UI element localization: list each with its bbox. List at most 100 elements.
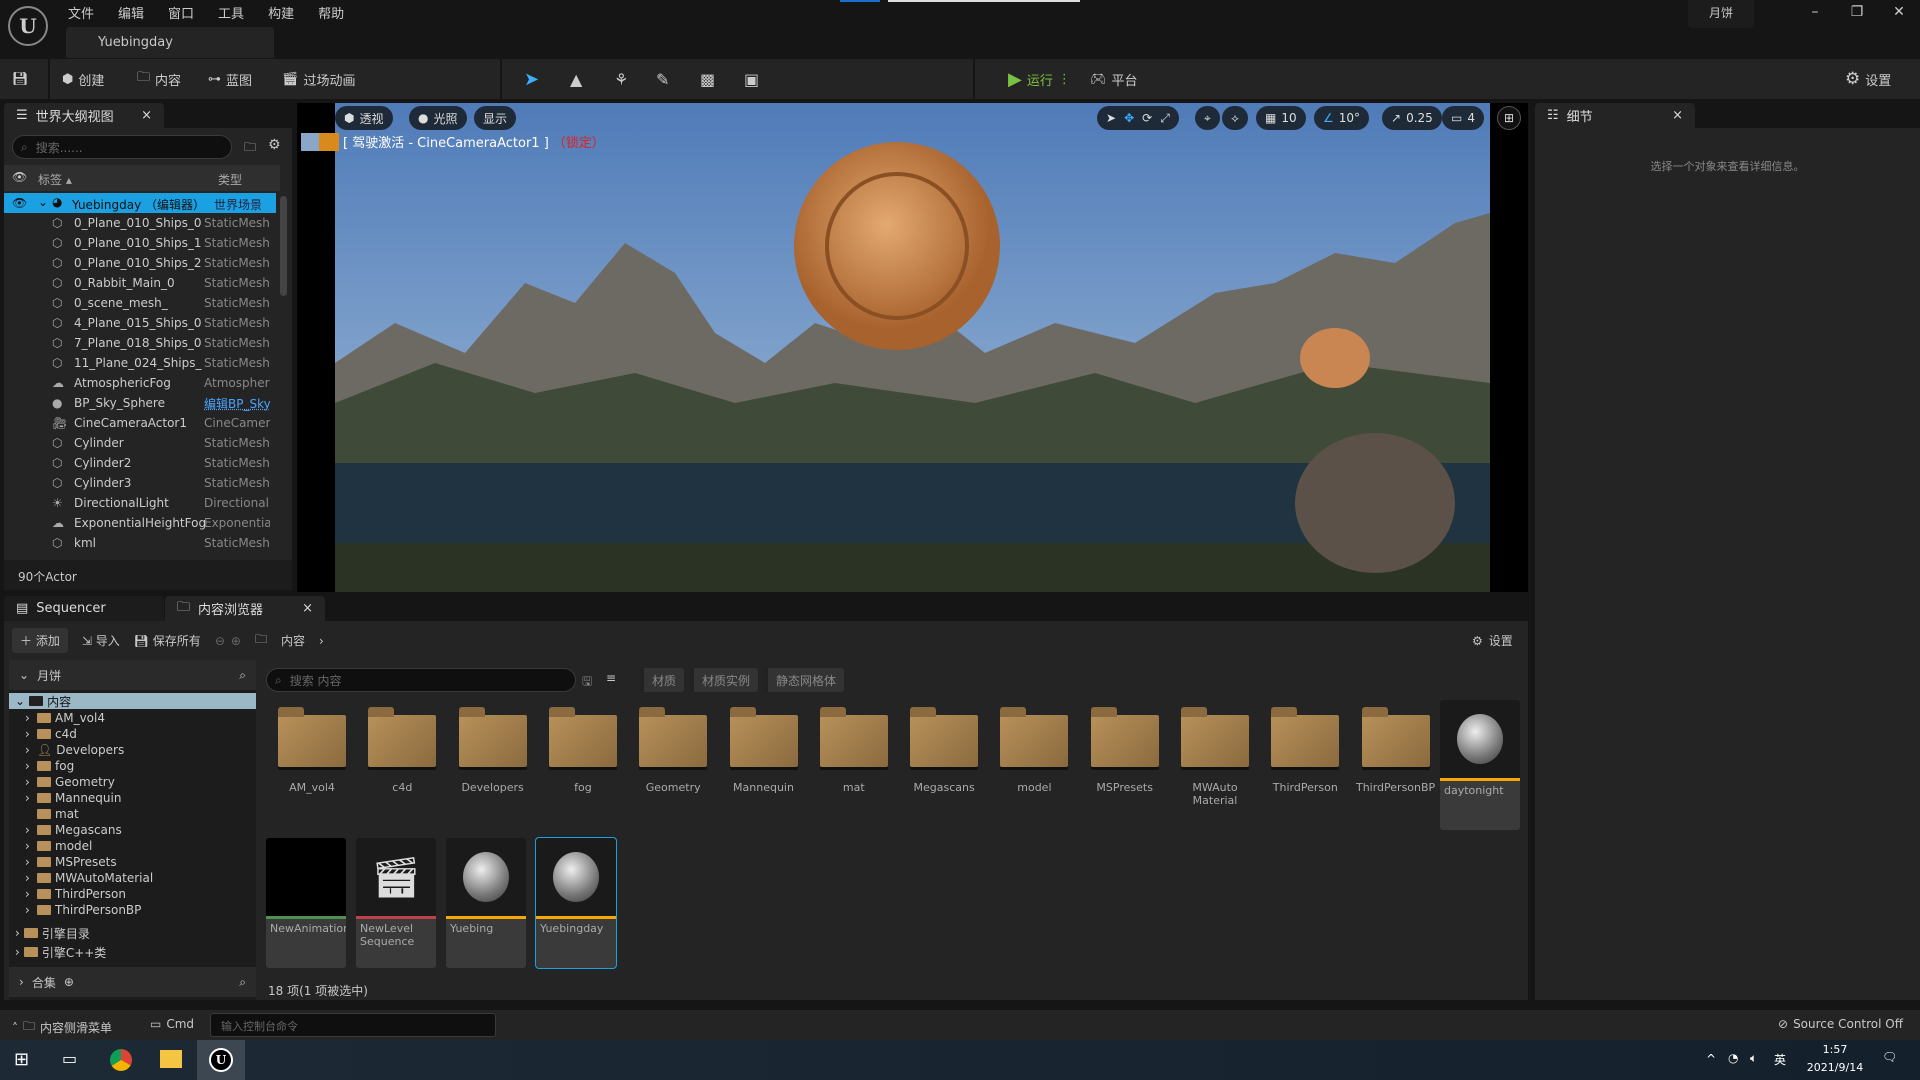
asset-tile[interactable]: Yuebingday bbox=[535, 837, 617, 969]
outliner-row[interactable]: ⬡ 0_Plane_010_Ships_0 StaticMesh bbox=[4, 213, 270, 233]
tree-item[interactable]: › MSPresets bbox=[25, 854, 117, 870]
paint-mode-icon[interactable]: ✎ bbox=[656, 59, 669, 99]
chevron-down-icon[interactable]: ⌄ bbox=[38, 195, 48, 209]
folder-icon[interactable] bbox=[1181, 707, 1249, 767]
menu-help[interactable]: 帮助 bbox=[318, 3, 344, 22]
outliner-scrollbar[interactable] bbox=[280, 196, 287, 296]
search-icon[interactable]: ⌕ bbox=[239, 668, 246, 683]
camera-icon[interactable] bbox=[319, 132, 339, 151]
unreal-logo-icon[interactable]: U bbox=[8, 6, 48, 46]
task-view-icon[interactable]: ▭ bbox=[62, 1049, 77, 1068]
outliner-row[interactable]: 🎥︎ CineCameraActor1 CineCamera bbox=[4, 413, 270, 433]
settings-button[interactable]: ⚙ 设置 bbox=[1845, 59, 1891, 99]
menu-file[interactable]: 文件 bbox=[68, 3, 94, 22]
volume-icon[interactable]: 🔈︎ bbox=[1750, 1051, 1757, 1066]
outliner-row[interactable]: ⬡ 0_scene_mesh_ StaticMesh bbox=[4, 293, 270, 313]
outliner-row[interactable]: ⬡ 0_Rabbit_Main_0 StaticMesh bbox=[4, 273, 270, 293]
folder-label[interactable]: Megascans bbox=[899, 781, 989, 794]
import-button[interactable]: ⇲ 导入 bbox=[82, 632, 120, 649]
menu-build[interactable]: 构建 bbox=[268, 3, 294, 22]
folder-label[interactable]: ThirdPerson bbox=[1260, 781, 1350, 794]
folder-icon[interactable] bbox=[910, 707, 979, 767]
folder-icon[interactable] bbox=[1000, 707, 1069, 767]
add-button[interactable]: ＋ 添加 bbox=[12, 628, 68, 653]
folder-label[interactable]: MWAuto Material bbox=[1170, 781, 1260, 807]
unreal-taskbar-button[interactable]: U bbox=[197, 1040, 245, 1080]
outliner-search-input[interactable]: ⌕ 搜索...... bbox=[12, 135, 232, 159]
tab-sequencer[interactable]: ▤ Sequencer bbox=[4, 596, 164, 621]
folder-icon[interactable] bbox=[1361, 707, 1430, 767]
folder-label[interactable]: model bbox=[989, 781, 1079, 794]
save-button[interactable]: 💾︎ bbox=[12, 59, 29, 99]
close-icon[interactable]: × bbox=[141, 108, 152, 123]
geometry-mode-icon[interactable]: ▣ bbox=[744, 59, 759, 99]
breadcrumb-content[interactable]: 内容 bbox=[281, 632, 305, 649]
notification-icon[interactable]: 🗨︎ bbox=[1882, 1050, 1897, 1064]
tree-item[interactable]: mat bbox=[25, 806, 79, 822]
tree-item[interactable]: › c4d bbox=[25, 726, 77, 742]
rotate-icon[interactable]: ⟳ bbox=[1142, 111, 1152, 125]
tree-item[interactable]: › model bbox=[25, 838, 92, 854]
folder-icon[interactable] bbox=[729, 707, 798, 767]
clock-time[interactable]: 1:57 bbox=[1800, 1043, 1870, 1056]
tree-item[interactable]: › ThirdPersonBP bbox=[25, 902, 141, 918]
folder-icon[interactable] bbox=[278, 707, 346, 767]
save-search-icon[interactable]: 🖫 bbox=[582, 672, 592, 693]
show-button[interactable]: 显示 bbox=[474, 106, 517, 130]
content-search-input[interactable]: ⌕ 搜索 内容 bbox=[266, 668, 576, 692]
column-label[interactable]: 标签 ▴ bbox=[38, 171, 72, 188]
outliner-row[interactable]: ⬡ Cylinder3 StaticMesh bbox=[4, 473, 270, 493]
folder-label[interactable]: ThirdPersonBP bbox=[1351, 781, 1441, 794]
viewport-scene[interactable]: ☰ bbox=[335, 103, 1490, 592]
select-mode-icon[interactable]: ➤ bbox=[524, 59, 539, 99]
folder-label[interactable]: Developers bbox=[448, 781, 538, 794]
tree-item[interactable]: › Mannequin bbox=[25, 790, 121, 806]
save-all-button[interactable]: 💾︎ 保存所有 bbox=[134, 632, 201, 649]
collections-header[interactable]: › 合集 ⊕ ⌕ bbox=[9, 967, 256, 997]
search-icon[interactable]: ⌕ bbox=[239, 975, 246, 990]
close-icon[interactable]: × bbox=[1672, 108, 1683, 123]
asset-tile[interactable]: Yuebing bbox=[446, 838, 526, 968]
tree-item[interactable]: › MWAutoMaterial bbox=[25, 870, 153, 886]
outliner-row[interactable]: ● BP_Sky_Sphere 编辑BP_Sky bbox=[4, 393, 270, 413]
rotation-snap-button[interactable]: ∠ 10° bbox=[1314, 106, 1370, 130]
outliner-row[interactable]: ☁ ExponentialHeightFog Exponential bbox=[4, 513, 270, 533]
folder-label[interactable]: Mannequin bbox=[719, 781, 809, 794]
forward-icon[interactable]: ⊕ bbox=[231, 634, 241, 648]
tree-item[interactable]: › fog bbox=[25, 758, 74, 774]
restore-button[interactable]: ❐ bbox=[1842, 4, 1872, 20]
clock-date[interactable]: 2021/9/14 bbox=[1800, 1061, 1870, 1074]
outliner-row[interactable]: ⬡ kml StaticMesh bbox=[4, 533, 270, 553]
landscape-mode-icon[interactable]: ▲ bbox=[570, 59, 582, 99]
visibility-icon[interactable]: 👁︎ bbox=[12, 170, 27, 184]
cinematics-button[interactable]: 🎬︎ 过场动画 bbox=[282, 59, 356, 99]
tab-world-outliner[interactable]: ☰ 世界大纲视图 × bbox=[4, 103, 164, 128]
outliner-row[interactable]: ⬡ Cylinder2 StaticMesh bbox=[4, 453, 270, 473]
folder-icon[interactable] bbox=[1271, 707, 1340, 767]
content-drawer-button[interactable]: ˄ 🗀 内容侧滑菜单 bbox=[12, 1017, 112, 1038]
blueprint-button[interactable]: ⊶ 蓝图 bbox=[208, 59, 252, 99]
back-icon[interactable]: ⊖ bbox=[215, 634, 225, 648]
asset-tile[interactable]: NewAnimation bbox=[266, 838, 346, 968]
folder-icon[interactable] bbox=[548, 707, 617, 767]
gear-icon[interactable]: ⚙ bbox=[268, 137, 281, 153]
perspective-button[interactable]: ⬢ 透视 bbox=[335, 106, 393, 130]
tree-item-content[interactable]: ⌄ 内容 bbox=[9, 693, 256, 709]
outliner-row[interactable]: ⬡ 7_Plane_018_Ships_0 StaticMesh bbox=[4, 333, 270, 353]
layout-button[interactable]: ⊞ bbox=[1497, 106, 1521, 130]
folder-icon[interactable] bbox=[819, 707, 888, 767]
tree-item[interactable]: › 👤︎ Developers bbox=[25, 742, 124, 758]
eject-icon[interactable] bbox=[301, 132, 319, 151]
camera-speed-button[interactable]: ▭ 4 bbox=[1442, 106, 1484, 130]
menu-window[interactable]: 窗口 bbox=[168, 3, 194, 22]
menu-tools[interactable]: 工具 bbox=[218, 3, 244, 22]
fracture-mode-icon[interactable]: ▩ bbox=[700, 59, 715, 99]
folder-label[interactable]: c4d bbox=[357, 781, 447, 794]
platform-button[interactable]: 🎮︎ 平台 bbox=[1090, 59, 1138, 99]
select-icon[interactable]: ➤ bbox=[1106, 111, 1116, 125]
visibility-icon[interactable]: 👁︎ bbox=[12, 196, 27, 210]
menu-edit[interactable]: 编辑 bbox=[118, 3, 144, 22]
lighting-button[interactable]: ● 光照 bbox=[409, 106, 467, 130]
close-icon[interactable]: × bbox=[302, 601, 313, 616]
tree-item[interactable]: › Geometry bbox=[25, 774, 115, 790]
